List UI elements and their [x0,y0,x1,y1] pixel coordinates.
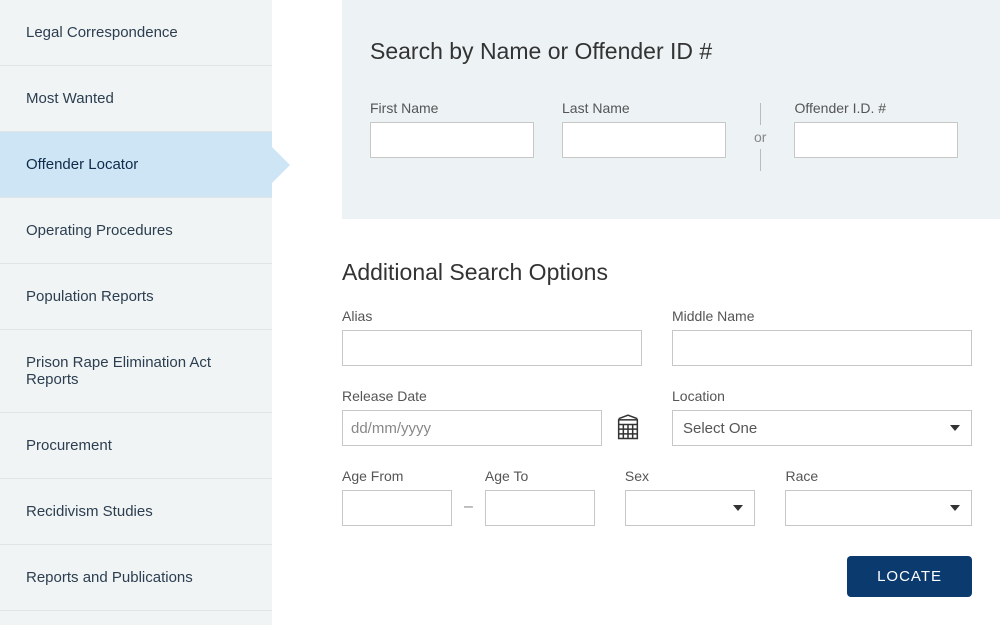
sidebar-item-population-reports[interactable]: Population Reports [0,264,272,330]
offender-id-input[interactable] [794,122,958,158]
sidebar-item-operating-procedures[interactable]: Operating Procedures [0,198,272,264]
sidebar-item-procurement[interactable]: Procurement [0,413,272,479]
last-name-label: Last Name [562,100,726,116]
location-label: Location [672,388,972,404]
sidebar-item-legal-correspondence[interactable]: Legal Correspondence [0,0,272,66]
calendar-icon[interactable] [614,414,642,442]
offender-id-label: Offender I.D. # [794,100,958,116]
sidebar-item-offender-locator[interactable]: Offender Locator [0,132,272,198]
sex-label: Sex [625,468,756,484]
sidebar-item-most-wanted[interactable]: Most Wanted [0,66,272,132]
last-name-input[interactable] [562,122,726,158]
age-from-input[interactable] [342,490,452,526]
age-range-dash: – [464,498,473,526]
search-title: Search by Name or Offender ID # [370,38,972,65]
middle-name-input[interactable] [672,330,972,366]
release-date-input[interactable] [342,410,602,446]
age-to-label: Age To [485,468,595,484]
search-panel: Search by Name or Offender ID # First Na… [342,0,1000,219]
alias-input[interactable] [342,330,642,366]
locate-button[interactable]: LOCATE [847,556,972,597]
sidebar-item-reports-publications[interactable]: Reports and Publications [0,545,272,611]
sidebar-item-prison-rape-reports[interactable]: Prison Rape Elimination Act Reports [0,330,272,413]
sidebar: Legal Correspondence Most Wanted Offende… [0,0,272,625]
sidebar-item-recidivism-studies[interactable]: Recidivism Studies [0,479,272,545]
race-label: Race [785,468,972,484]
release-date-label: Release Date [342,388,642,404]
location-select[interactable]: Select One [672,410,972,446]
or-separator: or [754,103,766,171]
first-name-label: First Name [370,100,534,116]
race-select[interactable] [785,490,972,526]
sex-select[interactable] [625,490,756,526]
additional-panel: Additional Search Options Alias Middle N… [342,219,1000,597]
age-from-label: Age From [342,468,452,484]
main-content: Search by Name or Offender ID # First Na… [272,0,1000,625]
additional-title: Additional Search Options [342,259,972,286]
age-to-input[interactable] [485,490,595,526]
alias-label: Alias [342,308,642,324]
middle-name-label: Middle Name [672,308,972,324]
first-name-input[interactable] [370,122,534,158]
